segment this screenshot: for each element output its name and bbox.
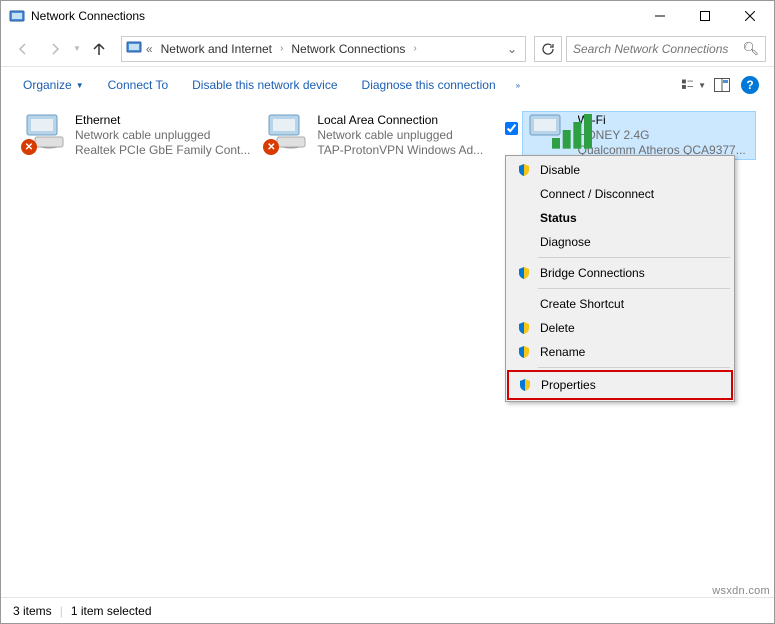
error-icon: ✕: [21, 139, 37, 155]
toolbar-overflow-icon[interactable]: »: [510, 77, 526, 94]
recent-dropdown-icon[interactable]: ▼: [73, 44, 81, 53]
network-adapter-icon: [524, 113, 572, 153]
toolbar: Organize ▼ Connect To Disable this networ…: [1, 67, 774, 103]
window-root: Network Connections ▼ « Network and Inte…: [0, 0, 775, 624]
ctx-bridge[interactable]: Bridge Connections: [508, 261, 732, 285]
separator: [538, 257, 730, 258]
forward-button[interactable]: [41, 35, 69, 63]
ctx-disable[interactable]: Disable: [508, 158, 732, 182]
ctx-connect-disconnect[interactable]: Connect / Disconnect: [508, 182, 732, 206]
nav-bar: ▼ « Network and Internet › Network Conne…: [1, 31, 774, 67]
breadcrumb-prefix: «: [146, 42, 153, 56]
ctx-status[interactable]: Status: [508, 206, 732, 230]
content-area[interactable]: ✕ Ethernet Network cable unplugged Realt…: [1, 103, 774, 597]
connection-wifi[interactable]: Wi-Fi HONEY 2.4G Qualcomm Atheros QCA937…: [522, 111, 756, 160]
ctx-diagnose[interactable]: Diagnose: [508, 230, 732, 254]
connection-local-area[interactable]: ✕ Local Area Connection Network cable un…: [261, 111, 495, 160]
help-button[interactable]: ?: [738, 73, 762, 97]
shield-icon: [517, 266, 531, 280]
attribution: wsxdn.com: [712, 585, 770, 597]
up-button[interactable]: [85, 35, 113, 63]
help-icon: ?: [741, 76, 759, 94]
shield-icon: [517, 345, 531, 359]
chevron-down-icon: ▼: [76, 81, 84, 90]
connection-status: Network cable unplugged: [75, 128, 251, 143]
shield-icon: [517, 163, 531, 177]
ctx-create-shortcut[interactable]: Create Shortcut: [508, 292, 732, 316]
disable-device-button[interactable]: Disable this network device: [182, 74, 347, 96]
address-bar[interactable]: « Network and Internet › Network Connect…: [121, 36, 526, 62]
organize-button[interactable]: Organize ▼: [13, 74, 94, 96]
search-box[interactable]: 🔍︎: [566, 36, 766, 62]
highlight-box: Properties: [507, 370, 733, 400]
connect-to-button[interactable]: Connect To: [98, 74, 179, 96]
selected-count: 1 item selected: [71, 604, 152, 618]
preview-pane-button[interactable]: [710, 73, 734, 97]
network-adapter-icon: ✕: [21, 113, 69, 153]
titlebar: Network Connections: [1, 1, 774, 31]
search-icon[interactable]: 🔍︎: [742, 41, 759, 57]
connection-ethernet[interactable]: ✕ Ethernet Network cable unplugged Realt…: [19, 111, 253, 160]
connection-name: Local Area Connection: [317, 113, 493, 128]
connection-name: Wi-Fi: [578, 113, 754, 128]
item-count: 3 items: [13, 604, 52, 618]
connection-status: HONEY 2.4G: [578, 128, 754, 143]
minimize-button[interactable]: [637, 2, 682, 30]
separator: [538, 288, 730, 289]
connection-status: Network cable unplugged: [317, 128, 493, 143]
signal-strength-icon: [552, 110, 600, 153]
context-menu: Disable Connect / Disconnect Status Diag…: [505, 155, 735, 402]
network-adapter-icon: ✕: [263, 113, 311, 153]
refresh-button[interactable]: [534, 36, 562, 62]
ctx-rename[interactable]: Rename: [508, 340, 732, 364]
maximize-button[interactable]: [682, 2, 727, 30]
app-icon: [9, 8, 25, 24]
diagnose-button[interactable]: Diagnose this connection: [352, 74, 506, 96]
breadcrumb-network-and-internet[interactable]: Network and Internet: [157, 40, 276, 58]
shield-icon: [518, 378, 532, 392]
connection-desc: Realtek PCIe GbE Family Cont...: [75, 143, 251, 158]
status-bar: 3 items | 1 item selected: [1, 597, 774, 623]
chevron-right-icon[interactable]: ›: [413, 43, 416, 54]
chevron-right-icon[interactable]: ›: [280, 43, 283, 54]
shield-icon: [517, 321, 531, 335]
address-icon: [126, 39, 142, 58]
connection-desc: TAP-ProtonVPN Windows Ad...: [317, 143, 493, 158]
close-button[interactable]: [727, 2, 772, 30]
separator: [538, 367, 730, 368]
connection-name: Ethernet: [75, 113, 251, 128]
ctx-delete[interactable]: Delete: [508, 316, 732, 340]
back-button[interactable]: [9, 35, 37, 63]
ctx-properties[interactable]: Properties: [509, 372, 731, 398]
breadcrumb-network-connections[interactable]: Network Connections: [287, 40, 409, 58]
window-title: Network Connections: [31, 9, 637, 23]
search-input[interactable]: [573, 42, 742, 56]
address-dropdown-icon[interactable]: ⌄: [503, 42, 521, 56]
separator: |: [60, 604, 63, 618]
view-options-button[interactable]: ▼: [682, 73, 706, 97]
organize-label: Organize: [23, 78, 72, 92]
select-checkbox[interactable]: [505, 122, 518, 135]
